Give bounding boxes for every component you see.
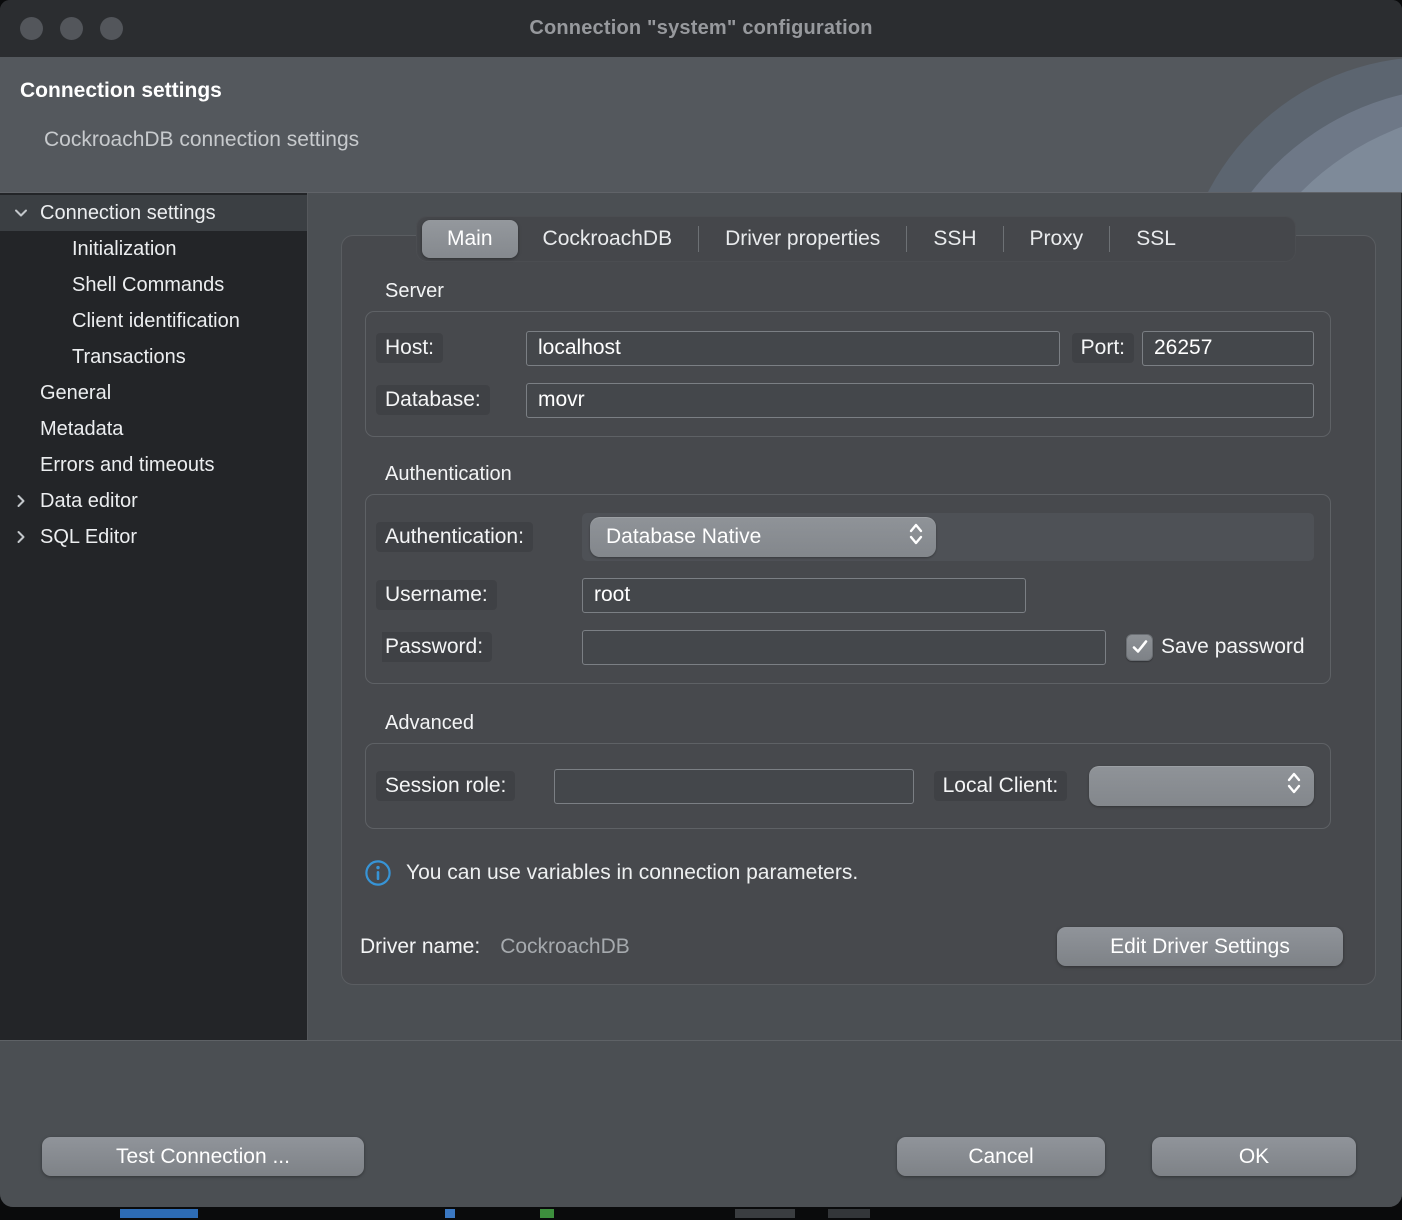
tab-proxy[interactable]: Proxy bbox=[1005, 220, 1109, 258]
authentication-label: Authentication: bbox=[382, 522, 574, 552]
desktop-strip bbox=[0, 1207, 1402, 1220]
server-group: Host: Port: Database: bbox=[365, 311, 1331, 437]
tab-driver-properties[interactable]: Driver properties bbox=[700, 220, 905, 258]
tabbar: MainCockroachDBDriver propertiesSSHProxy… bbox=[416, 216, 1296, 262]
main-area: MainCockroachDBDriver propertiesSSHProxy… bbox=[309, 193, 1402, 1040]
port-input[interactable] bbox=[1142, 331, 1314, 366]
sidebar-item-label: Data editor bbox=[40, 490, 138, 513]
sidebar-item-errors-and-timeouts[interactable]: Errors and timeouts bbox=[0, 447, 307, 483]
sidebar-item-label: Metadata bbox=[40, 418, 123, 441]
password-label: Password: bbox=[382, 632, 574, 662]
chevron-right-icon[interactable] bbox=[10, 492, 32, 510]
info-text: You can use variables in connection para… bbox=[406, 861, 858, 885]
sidebar-item-client-identification[interactable]: Client identification bbox=[0, 303, 307, 339]
minimize-button[interactable] bbox=[60, 17, 83, 40]
footer: Test Connection ... Cancel OK bbox=[0, 1040, 1402, 1207]
password-input[interactable] bbox=[582, 630, 1106, 665]
settings-tree: Connection settings Initialization Shell C… bbox=[0, 193, 308, 1040]
sidebar-item-label: Transactions bbox=[72, 346, 186, 369]
sidebar-item-general[interactable]: General bbox=[0, 375, 307, 411]
sidebar-item-label: General bbox=[40, 382, 111, 405]
authentication-select[interactable]: Database Native bbox=[590, 517, 936, 557]
host-input[interactable] bbox=[526, 331, 1060, 366]
page-title: Connection settings bbox=[20, 79, 222, 103]
port-label: Port: bbox=[1078, 333, 1134, 363]
authentication-select-value: Database Native bbox=[606, 525, 908, 549]
driver-row: Driver name: CockroachDB Edit Driver Set… bbox=[360, 927, 1343, 966]
tab-divider bbox=[698, 226, 699, 252]
tab-divider bbox=[1003, 226, 1004, 252]
sidebar-item-label: Connection settings bbox=[40, 202, 216, 225]
sidebar-item-label: Errors and timeouts bbox=[40, 454, 215, 477]
sidebar-item-shell-commands[interactable]: Shell Commands bbox=[0, 267, 307, 303]
sidebar-item-label: Client identification bbox=[72, 310, 240, 333]
test-connection-button[interactable]: Test Connection ... bbox=[42, 1137, 364, 1176]
database-input[interactable] bbox=[526, 383, 1314, 418]
tab-cockroachdb[interactable]: CockroachDB bbox=[518, 220, 698, 258]
save-password-checkbox[interactable] bbox=[1126, 634, 1153, 661]
server-section-label: Server bbox=[385, 280, 1375, 303]
tab-divider bbox=[1109, 226, 1110, 252]
info-icon bbox=[364, 859, 392, 887]
tab-main[interactable]: Main bbox=[422, 220, 518, 258]
edit-driver-settings-button[interactable]: Edit Driver Settings bbox=[1057, 927, 1343, 966]
chevron-down-icon[interactable] bbox=[10, 204, 32, 222]
sidebar-item-label: Initialization bbox=[72, 238, 177, 261]
driver-name-value: CockroachDB bbox=[500, 935, 630, 959]
save-password-label: Save password bbox=[1161, 635, 1305, 659]
sidebar-item-connection-settings[interactable]: Connection settings bbox=[0, 195, 307, 231]
info-row: You can use variables in connection para… bbox=[364, 859, 1375, 887]
checkmark-icon bbox=[1131, 638, 1149, 656]
local-client-select[interactable] bbox=[1089, 766, 1314, 806]
connection-dialog: Connection "system" configuration Connec… bbox=[0, 0, 1402, 1207]
advanced-section-label: Advanced bbox=[385, 712, 1375, 735]
sidebar-item-label: SQL Editor bbox=[40, 526, 137, 549]
dialog-body: Connection settings Initialization Shell C… bbox=[0, 193, 1402, 1040]
sidebar-item-metadata[interactable]: Metadata bbox=[0, 411, 307, 447]
tab-ssh[interactable]: SSH bbox=[908, 220, 1001, 258]
driver-name-label: Driver name: bbox=[360, 935, 480, 959]
sidebar-item-transactions[interactable]: Transactions bbox=[0, 339, 307, 375]
sidebar-item-sql-editor[interactable]: SQL Editor bbox=[0, 519, 307, 555]
chevron-right-icon[interactable] bbox=[10, 528, 32, 546]
cancel-button[interactable]: Cancel bbox=[897, 1137, 1105, 1176]
close-button[interactable] bbox=[20, 17, 43, 40]
sidebar-item-label: Shell Commands bbox=[72, 274, 224, 297]
local-client-label: Local Client: bbox=[940, 771, 1068, 801]
tab-content-panel: Server Host: Port: Database: Authenticat… bbox=[341, 235, 1376, 985]
session-role-label: Session role: bbox=[382, 771, 546, 801]
updown-chevrons-icon bbox=[908, 521, 924, 553]
sidebar-item-data-editor[interactable]: Data editor bbox=[0, 483, 307, 519]
database-label: Database: bbox=[382, 385, 518, 415]
ok-button[interactable]: OK bbox=[1152, 1137, 1356, 1176]
authentication-group: Authentication: Database Native Username… bbox=[365, 494, 1331, 684]
tab-ssl[interactable]: SSL bbox=[1111, 220, 1201, 258]
zoom-button[interactable] bbox=[100, 17, 123, 40]
host-label: Host: bbox=[382, 333, 518, 363]
updown-chevrons-icon bbox=[1286, 770, 1302, 802]
username-input[interactable] bbox=[582, 578, 1026, 613]
titlebar: Connection "system" configuration bbox=[0, 0, 1402, 57]
authentication-section-label: Authentication bbox=[385, 463, 1375, 486]
page-subtitle: CockroachDB connection settings bbox=[44, 128, 359, 152]
tab-divider bbox=[906, 226, 907, 252]
username-label: Username: bbox=[382, 580, 574, 610]
header: Connection settings CockroachDB connecti… bbox=[0, 57, 1402, 193]
advanced-group: Session role: Local Client: bbox=[365, 743, 1331, 829]
window-title: Connection "system" configuration bbox=[529, 17, 872, 40]
sidebar-item-initialization[interactable]: Initialization bbox=[0, 231, 307, 267]
session-role-input[interactable] bbox=[554, 769, 914, 804]
